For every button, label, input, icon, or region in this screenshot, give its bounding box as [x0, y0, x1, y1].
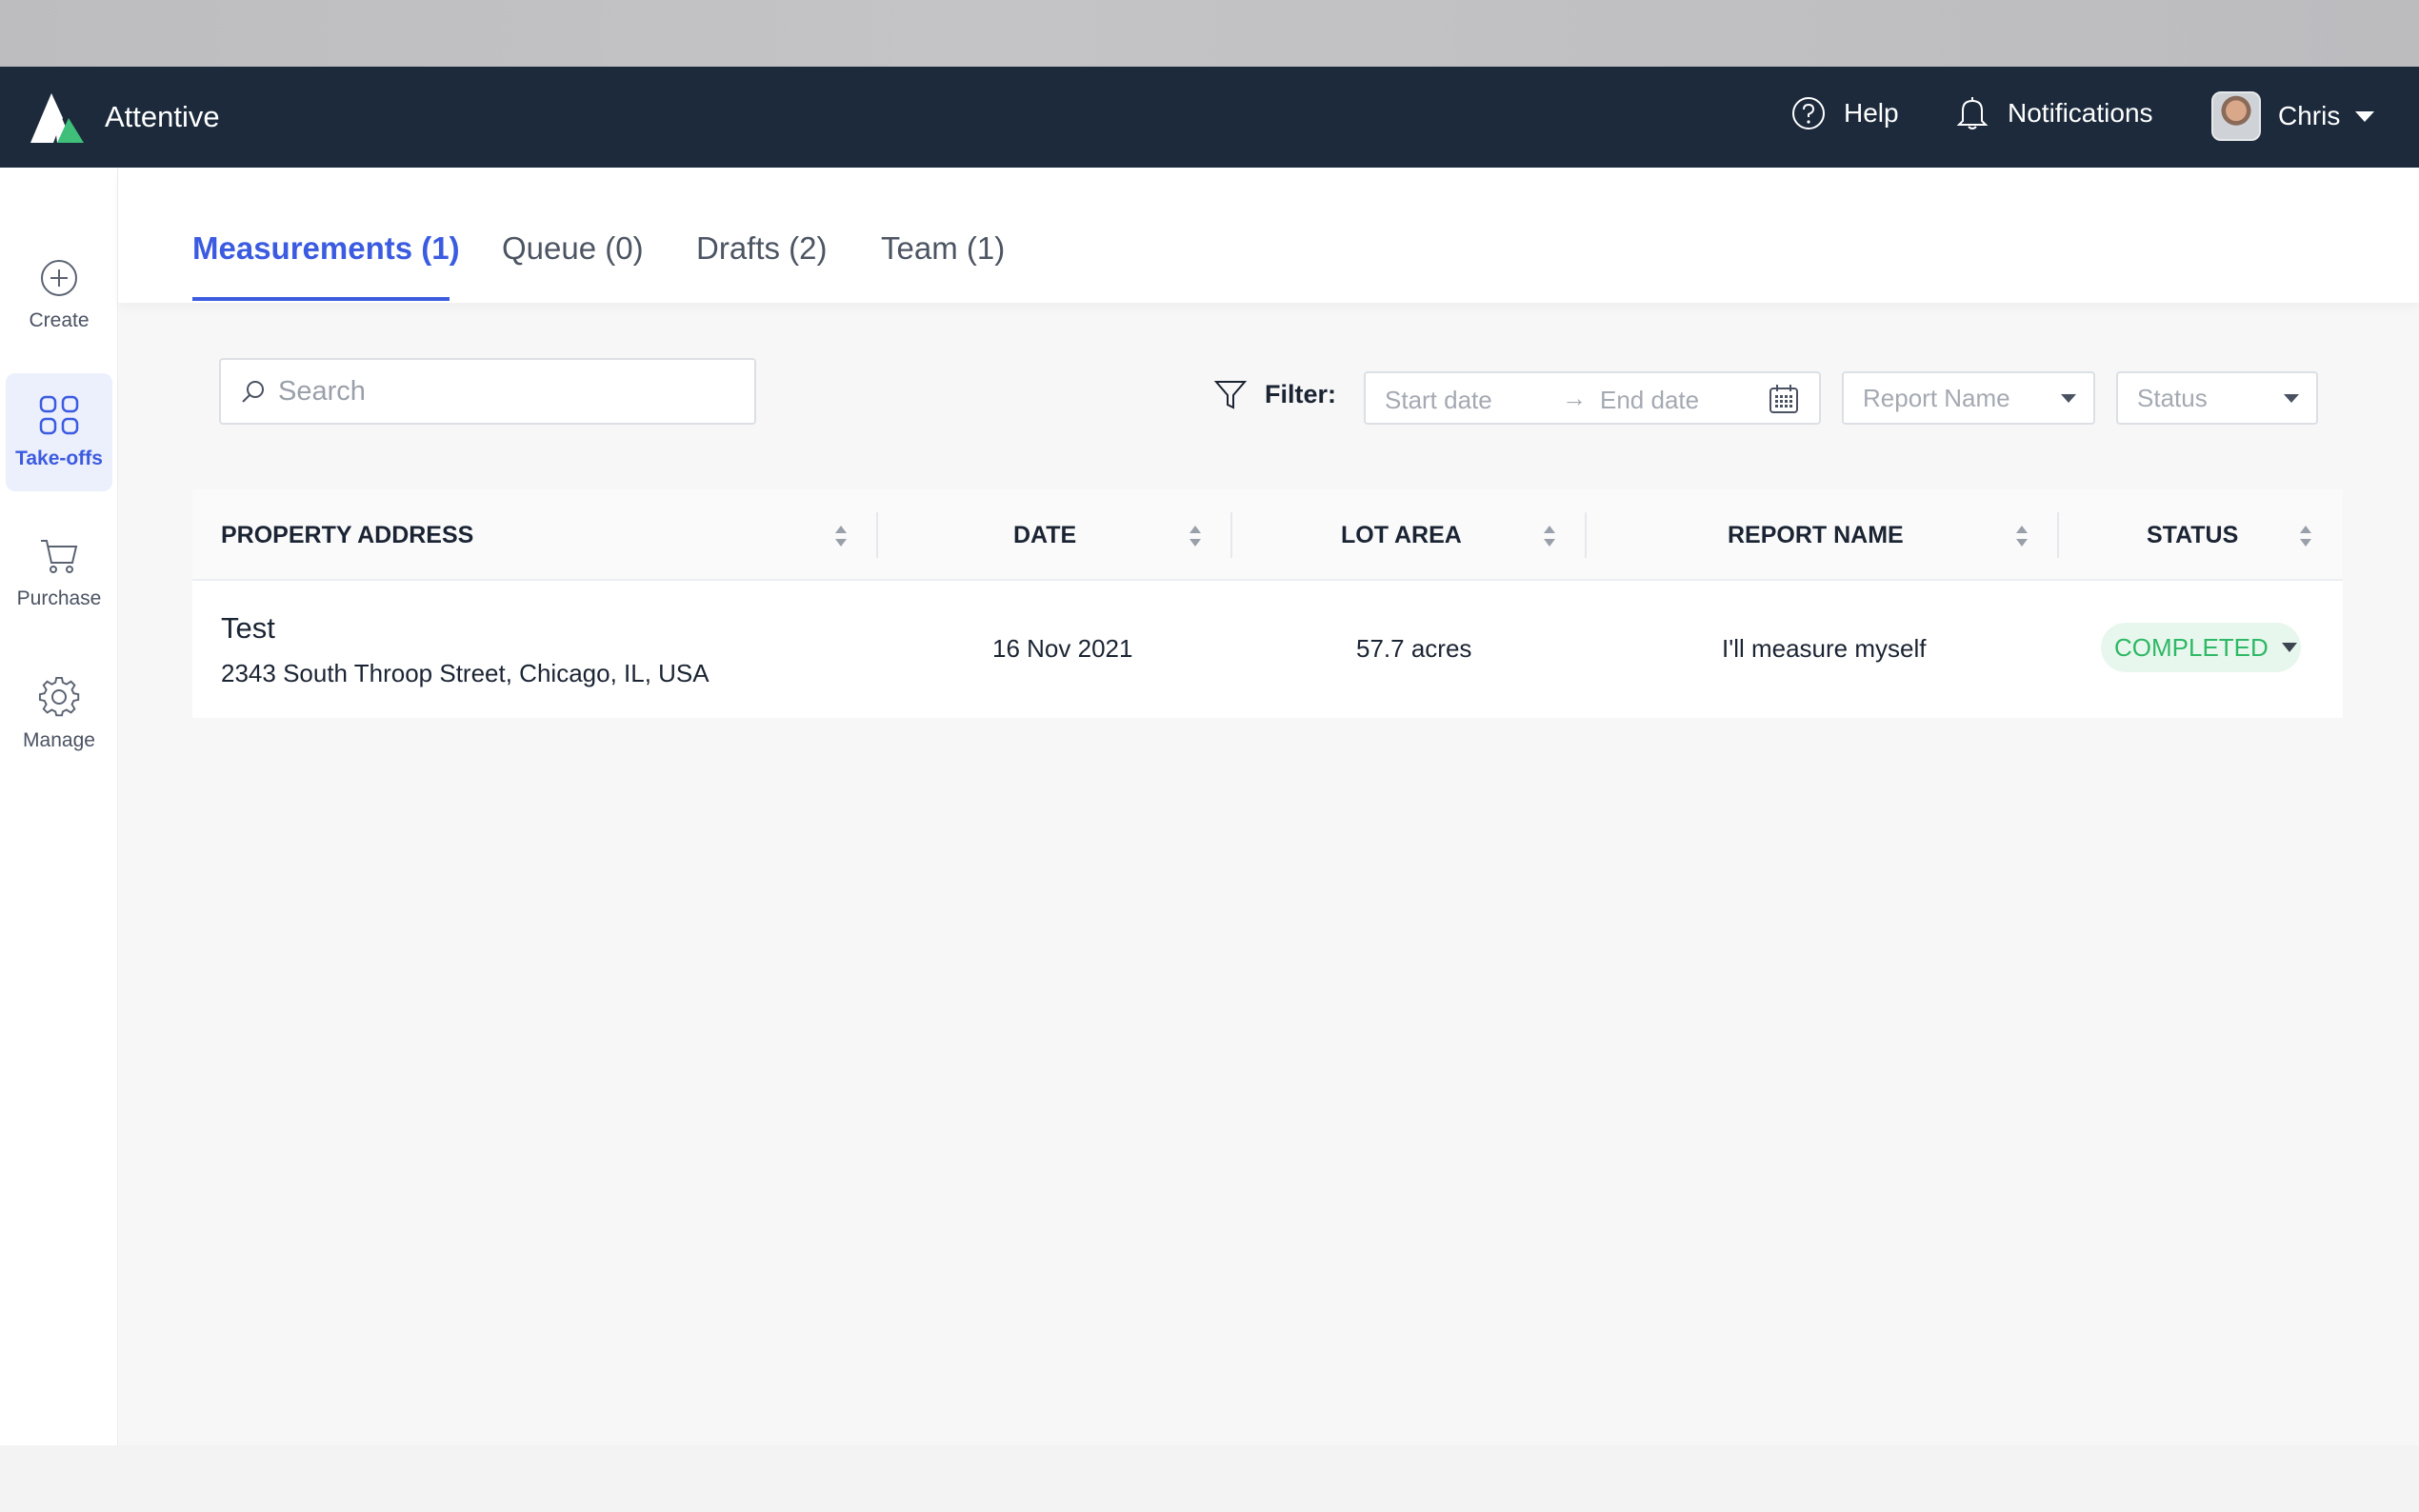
sidebar-item-purchase[interactable]: Purchase: [6, 514, 112, 632]
column-header-lot-area[interactable]: LOT AREA: [1341, 489, 1462, 581]
notifications-button[interactable]: Notifications: [1956, 95, 2153, 131]
sidebar-item-label: Purchase: [16, 587, 102, 609]
search-box[interactable]: [219, 358, 756, 425]
filter-funnel-icon: [1213, 381, 1248, 409]
top-navbar: Attentive Help Notifications Chris: [0, 67, 2419, 168]
status-badge[interactable]: COMPLETED: [2101, 623, 2301, 672]
status-select[interactable]: Status: [2116, 371, 2318, 425]
sort-icon[interactable]: [834, 524, 848, 548]
sidebar-item-label: Take-offs: [15, 448, 103, 469]
bottom-strip: [0, 1445, 2419, 1512]
report-name-select[interactable]: Report Name: [1842, 371, 2095, 425]
help-label: Help: [1844, 98, 1899, 128]
table-row[interactable]: Test 2343 South Throop Street, Chicago, …: [192, 583, 2343, 718]
active-tab-indicator: [192, 297, 450, 301]
column-divider: [1585, 512, 1587, 558]
user-name: Chris: [2278, 101, 2341, 130]
column-header-status[interactable]: STATUS: [2147, 489, 2238, 581]
sidebar-item-take-offs[interactable]: Take-offs: [6, 373, 112, 491]
tabs-bar: Measurements (1) Queue (0) Drafts (2) Te…: [118, 168, 2419, 303]
gear-icon: [38, 676, 80, 717]
column-header-property-address[interactable]: PROPERTY ADDRESS: [221, 489, 473, 581]
filter-label-text: Filter:: [1265, 379, 1337, 408]
notifications-label: Notifications: [2008, 98, 2153, 128]
sort-icon[interactable]: [2299, 524, 2312, 548]
tab-drafts[interactable]: Drafts (2): [696, 230, 828, 267]
date-range-picker[interactable]: Start date → End date: [1364, 371, 1821, 425]
chevron-down-icon: [2355, 110, 2375, 122]
search-input[interactable]: [278, 375, 735, 408]
cart-icon: [41, 540, 78, 573]
arrow-right-icon: →: [1562, 384, 1587, 412]
row-address: 2343 South Throop Street, Chicago, IL, U…: [221, 659, 710, 687]
help-button[interactable]: Help: [1790, 95, 1899, 131]
end-date-field[interactable]: End date: [1600, 386, 1699, 415]
tab-team[interactable]: Team (1): [881, 230, 1005, 267]
chevron-down-icon: [2281, 643, 2297, 652]
chevron-down-icon: [2284, 394, 2299, 403]
sidebar-item-label: Create: [29, 309, 90, 331]
report-name-placeholder: Report Name: [1863, 384, 2010, 412]
status-placeholder: Status: [2137, 384, 2208, 412]
column-header-date[interactable]: DATE: [1013, 489, 1076, 581]
calendar-icon[interactable]: [1768, 383, 1800, 415]
sidebar-item-create[interactable]: Create: [6, 236, 112, 354]
sort-icon[interactable]: [2015, 524, 2029, 548]
browser-chrome-strip: [0, 0, 2419, 67]
column-divider: [2057, 512, 2059, 558]
column-divider: [1230, 512, 1232, 558]
sidebar-item-manage[interactable]: Manage: [6, 655, 112, 773]
filter-label: Filter:: [1213, 377, 1336, 411]
grid-icon: [39, 395, 79, 435]
search-icon: [242, 381, 264, 403]
chevron-down-icon: [2061, 394, 2076, 403]
status-badge-label: COMPLETED: [2114, 632, 2269, 662]
sidebar-item-label: Manage: [23, 729, 95, 751]
bell-icon: [1956, 97, 1989, 129]
tab-queue[interactable]: Queue (0): [502, 230, 644, 267]
column-divider: [876, 512, 878, 558]
user-menu[interactable]: Chris: [2211, 91, 2375, 141]
row-lot-area: 57.7 acres: [1356, 634, 1472, 663]
row-date: 16 Nov 2021: [992, 634, 1133, 663]
tab-measurements[interactable]: Measurements (1): [192, 230, 460, 267]
sidebar: Create Take-offs Purchase Manage: [0, 168, 118, 1445]
help-icon: [1792, 97, 1825, 129]
sort-icon[interactable]: [1189, 524, 1202, 548]
brand-name: Attentive: [105, 100, 220, 133]
column-header-report-name[interactable]: REPORT NAME: [1728, 489, 1904, 581]
start-date-field[interactable]: Start date: [1385, 386, 1492, 415]
avatar: [2211, 91, 2261, 141]
table-header: PROPERTY ADDRESS DATE LOT AREA REPORT NA…: [192, 489, 2343, 581]
sort-icon[interactable]: [1543, 524, 1556, 548]
plus-circle-icon: [41, 260, 77, 296]
row-report-name: I'll measure myself: [1722, 634, 1927, 663]
attentive-logo-icon[interactable]: [29, 90, 90, 145]
row-title[interactable]: Test: [221, 611, 275, 646]
